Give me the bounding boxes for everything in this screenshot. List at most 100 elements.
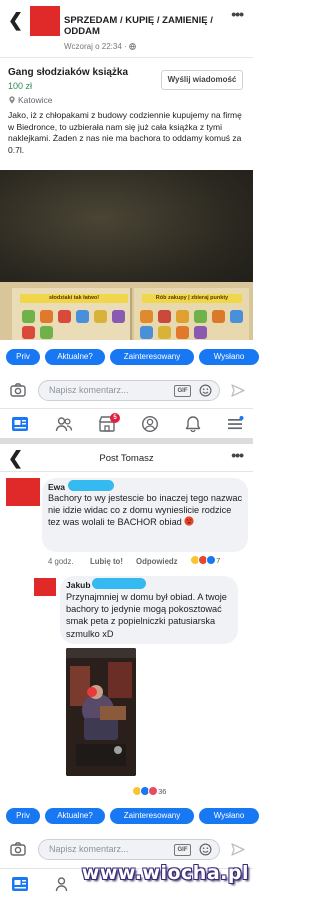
comment-text-content: Bachory to wy jestescie bo inaczej tego … — [48, 493, 243, 528]
photo-reactions[interactable]: 36 — [132, 786, 166, 798]
angry-face-icon — [184, 516, 194, 527]
send-message-button[interactable]: Wyślij wiadomość — [161, 70, 243, 90]
comment-author[interactable]: Jakub — [66, 580, 91, 590]
back-chevron-icon[interactable]: ❮ — [8, 10, 23, 31]
group-name[interactable]: SPRZEDAM / KUPIĘ / ZAMIENIĘ / ODDAM — [64, 15, 234, 37]
comment-composer: Napisz komentarz... GIF — [0, 837, 253, 863]
quick-reply-chips: Priv Aktualne? Zainteresowany Wysłano — [0, 349, 259, 367]
chip-zainteresowany[interactable]: Zainteresowany — [110, 349, 194, 365]
sticker — [40, 326, 53, 339]
sticker — [176, 326, 189, 339]
sticker — [94, 310, 107, 323]
love-reaction-icon — [148, 786, 158, 796]
marketplace-post-screen: ❮ SPRZEDAM / KUPIĘ / ZAMIENIĘ / ODDAM Wc… — [0, 0, 259, 408]
more-options-icon[interactable]: ••• — [231, 447, 244, 463]
photo-content — [66, 648, 136, 776]
notification-badge: 5 — [110, 413, 120, 423]
bottom-tab-bar: 5 — [0, 408, 253, 438]
comment-input[interactable]: Napisz komentarz... GIF — [38, 839, 220, 860]
thread-title: Post Tomasz — [99, 453, 154, 464]
sticker — [22, 310, 35, 323]
friends-icon — [55, 877, 68, 892]
sticker — [158, 326, 171, 339]
like-link[interactable]: Lubię to! — [90, 557, 123, 566]
tab-news-feed[interactable] — [11, 415, 29, 433]
commenter-avatar[interactable] — [34, 578, 56, 596]
profile-icon — [141, 415, 159, 433]
booklet-banner-right: Rób zakupy | zbieraj punkty — [142, 294, 242, 303]
sticker — [40, 310, 53, 323]
globe-icon — [129, 43, 136, 50]
sticker — [140, 310, 153, 323]
send-icon[interactable] — [231, 384, 245, 397]
item-price: 100 zł — [8, 81, 33, 91]
tab-friends[interactable] — [55, 415, 73, 433]
like-label[interactable]: Lubię to! — [90, 557, 123, 566]
name-redaction — [92, 578, 146, 589]
chip-priv[interactable]: Priv — [6, 808, 40, 824]
post-header: ❮ SPRZEDAM / KUPIĘ / ZAMIENIĘ / ODDAM Wc… — [0, 0, 253, 58]
chip-aktualne[interactable]: Aktualne? — [45, 808, 105, 824]
tab-friends[interactable] — [55, 875, 73, 893]
reply-photo[interactable] — [66, 648, 136, 776]
sticker — [76, 310, 89, 323]
camera-icon[interactable] — [10, 842, 26, 856]
name-redaction — [68, 480, 114, 491]
hamburger-menu-icon — [228, 416, 244, 430]
site-watermark: www.wiocha.pl — [81, 862, 249, 884]
tab-menu[interactable] — [226, 415, 244, 433]
sticker — [140, 326, 153, 339]
comment-reactions[interactable]: 7 — [190, 555, 220, 567]
reaction-count: 36 — [158, 787, 167, 796]
reply-link[interactable]: Odpowiedz — [136, 557, 178, 566]
sticker — [176, 310, 189, 323]
booklet-banner-left: słodziaki tak łatwo! — [20, 294, 128, 303]
sticker — [194, 326, 207, 339]
chip-wyslano[interactable]: Wysłano — [199, 349, 259, 365]
camera-icon[interactable] — [10, 383, 26, 397]
reply-label[interactable]: Odpowiedz — [136, 557, 178, 566]
thread-header: ❮ Post Tomasz ••• — [0, 444, 253, 472]
item-title: Gang słodziaków książka — [8, 67, 129, 78]
comment-placeholder: Napisz komentarz... — [49, 844, 129, 854]
gif-icon[interactable]: GIF — [174, 385, 191, 397]
news-feed-icon — [12, 877, 28, 891]
sticker — [230, 310, 243, 323]
post-body: Jako, iż z chłopakami z budowy codzienni… — [8, 110, 242, 155]
like-reaction-icon — [206, 555, 216, 565]
item-location: Katowice — [8, 95, 53, 105]
comment-author[interactable]: Ewa — [48, 482, 65, 492]
tab-marketplace[interactable]: 5 — [98, 413, 120, 433]
smiley-icon[interactable] — [199, 384, 212, 397]
sticker — [22, 326, 35, 339]
tab-news-feed[interactable] — [11, 875, 29, 893]
comment-time: 4 godz. — [48, 557, 74, 566]
more-options-icon[interactable]: ••• — [231, 6, 244, 22]
timestamp-text: Wczoraj o 22:34 · — [64, 42, 129, 51]
post-timestamp: Wczoraj o 22:34 · — [64, 42, 136, 51]
bell-icon — [185, 416, 201, 433]
friends-icon — [55, 417, 73, 432]
comment-placeholder: Napisz komentarz... — [49, 385, 129, 395]
send-icon[interactable] — [231, 843, 245, 856]
sticker — [194, 310, 207, 323]
chip-zainteresowany[interactable]: Zainteresowany — [110, 808, 194, 824]
post-photo[interactable]: słodziaki tak łatwo! Rób zakupy | zbiera… — [0, 170, 253, 340]
chip-priv[interactable]: Priv — [6, 349, 40, 365]
comment-meta: 4 godz. — [48, 557, 74, 566]
comment-composer: Napisz komentarz... GIF — [0, 378, 253, 404]
commenter-avatar[interactable] — [6, 478, 40, 506]
sticker — [158, 310, 171, 323]
quick-reply-chips: Priv Aktualne? Zainteresowany Wysłano — [0, 808, 259, 826]
comment-input[interactable]: Napisz komentarz... GIF — [38, 380, 220, 401]
smiley-icon[interactable] — [199, 843, 212, 856]
gif-icon[interactable]: GIF — [174, 844, 191, 856]
comment-text: Przynajmniej w domu był obiad. A twoje b… — [66, 592, 227, 639]
tab-notifications[interactable] — [184, 415, 202, 433]
group-avatar[interactable] — [30, 6, 60, 36]
photo-background — [0, 170, 253, 290]
tab-profile[interactable] — [141, 415, 159, 433]
comment-text: Bachory to wy jestescie bo inaczej tego … — [48, 492, 244, 529]
chip-aktualne[interactable]: Aktualne? — [45, 349, 105, 365]
chip-wyslano[interactable]: Wysłano — [199, 808, 259, 824]
